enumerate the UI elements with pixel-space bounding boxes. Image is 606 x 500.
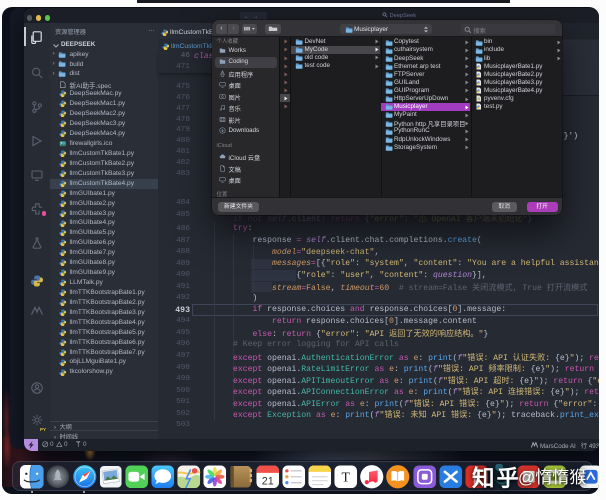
svg-text:21: 21 [261, 476, 273, 488]
svg-text:T: T [342, 470, 351, 485]
